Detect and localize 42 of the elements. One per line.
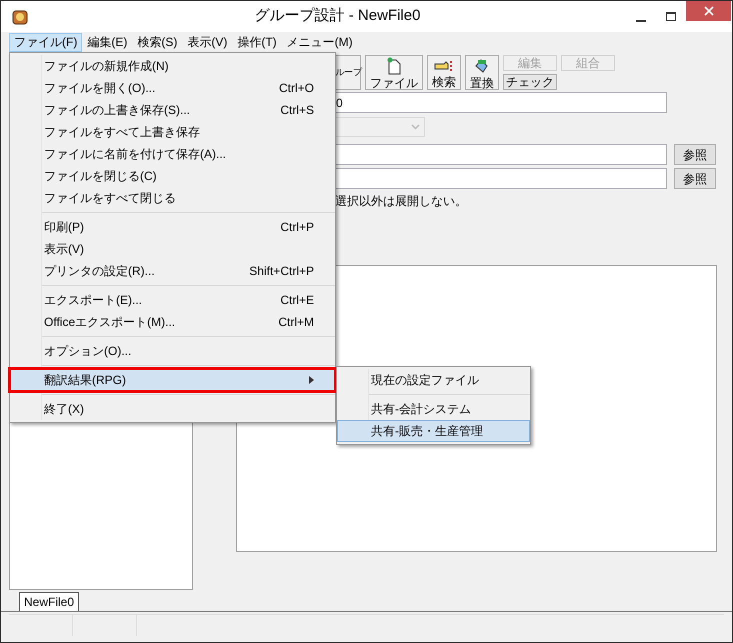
menu-item[interactable]: プリンタの設定(R)... Shift+Ctrl+P <box>10 260 335 282</box>
menu-bar-item[interactable]: ファイル(F) <box>9 32 82 52</box>
path-field[interactable] <box>335 168 667 189</box>
menu-item[interactable]: ファイルに名前を付けて保存(A)... <box>10 143 335 165</box>
menu-bar-item[interactable]: 編集(E) <box>82 32 132 52</box>
minimize-icon <box>636 20 646 22</box>
submenu-arrow-icon <box>309 376 314 384</box>
menu-item[interactable]: 表示(V) <box>10 238 335 260</box>
browse-button[interactable]: 参照 <box>674 144 716 165</box>
chevron-down-icon <box>411 124 420 130</box>
browse-button[interactable]: 参照 <box>674 168 716 189</box>
menu-item[interactable]: 印刷(P) Ctrl+P <box>10 216 335 238</box>
path-field[interactable] <box>335 144 667 165</box>
menu-bar-item[interactable]: メニュー(M) <box>282 32 358 52</box>
document-tab[interactable]: NewFile0 <box>19 592 80 611</box>
menu-item[interactable]: 共有-販売・生産管理 <box>337 420 530 442</box>
window-title: グループ設計 - NewFile0 <box>254 6 422 26</box>
close-icon <box>704 6 714 16</box>
menu-item[interactable]: 共有-会計システム <box>337 398 530 420</box>
menu-item[interactable]: 現在の設定ファイル <box>337 369 530 391</box>
toolbar-button[interactable]: 検索 <box>427 55 461 90</box>
menu-item[interactable]: オプション(O)... <box>10 340 335 362</box>
name-field[interactable]: 0 <box>335 92 667 113</box>
menu-item[interactable]: ファイルをすべて上書き保存 <box>10 121 335 143</box>
menu-bar-item[interactable]: 操作(T) <box>232 32 282 52</box>
app-icon <box>11 8 29 26</box>
close-button[interactable] <box>686 1 731 21</box>
menu-item[interactable]: ファイルをすべて閉じる <box>10 187 335 209</box>
menu-item[interactable]: 翻訳結果(RPG) <box>10 369 335 391</box>
menu-bar-item[interactable]: 表示(V) <box>182 32 232 52</box>
menu-item[interactable]: ファイルの上書き保存(S)... Ctrl+S <box>10 99 335 121</box>
menu-item[interactable]: エクスポート(E)... Ctrl+E <box>10 289 335 311</box>
maximize-icon <box>666 12 676 21</box>
toolbar-button[interactable]: 置換 <box>465 55 499 90</box>
menu-item[interactable]: ファイルを閉じる(C) <box>10 165 335 187</box>
file-icon <box>386 56 402 74</box>
note-text: 選択以外は展開しない。 <box>335 193 468 210</box>
menu-item[interactable]: Officeエクスポート(M)... Ctrl+M <box>10 311 335 333</box>
toolbar-button[interactable]: ファイル <box>365 55 423 90</box>
menu-item[interactable]: 終了(X) <box>10 398 335 420</box>
menu-bar-item[interactable]: 検索(S) <box>132 32 182 52</box>
toolbar-button[interactable]: チェック <box>503 74 557 90</box>
